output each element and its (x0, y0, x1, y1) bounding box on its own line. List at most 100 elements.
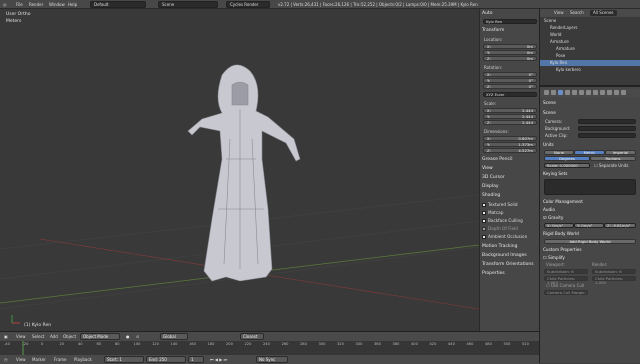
outliner-display-mode[interactable]: All Scenes (590, 10, 617, 16)
dimensions-z-field[interactable]: Z: 4.527m (483, 148, 537, 153)
audio-panel-header[interactable]: Audio (543, 207, 639, 213)
units-metric-button[interactable]: Metric (574, 150, 605, 155)
timeline-view-menu[interactable]: View (16, 356, 26, 363)
ambient-occlusion-checkbox[interactable]: Ambient Occlusion (482, 234, 527, 239)
use-camera-cull-checkbox[interactable]: ☐ Use Camera Cull (546, 283, 584, 288)
textured-solid-checkbox[interactable]: Textured Solid (482, 202, 518, 207)
simplify-panel-header[interactable]: ☐ Simplify (543, 255, 639, 261)
menu-file[interactable]: File (16, 1, 23, 8)
object-tab-icon[interactable] (572, 90, 577, 95)
scene-selector[interactable]: Scene (158, 1, 218, 8)
scene-tab-icon[interactable] (558, 90, 563, 95)
radians-button[interactable]: Radians (590, 156, 636, 161)
scale-z-field[interactable]: Z: 2.444 (483, 120, 537, 125)
snap-target-select[interactable]: Closest (240, 333, 264, 340)
camera-field[interactable] (578, 119, 636, 124)
unit-scale-field[interactable]: Scale: 1.000000 (544, 163, 590, 168)
grease-pencil-panel[interactable]: Grease Pencil (482, 157, 538, 163)
modifiers-tab-icon[interactable] (586, 90, 591, 95)
end-frame-field[interactable]: End: 250 (146, 356, 186, 363)
scene-panel-header[interactable]: Scene (543, 110, 639, 116)
gravity-y-field[interactable]: Y: 0m/s² (574, 223, 604, 228)
viewport-shading-icon[interactable]: ● (126, 333, 130, 340)
color-management-panel-header[interactable]: Color Management (543, 199, 639, 205)
menu-window[interactable]: Window (49, 1, 65, 8)
physics-tab-icon[interactable] (621, 90, 626, 95)
rigid-body-world-panel-header[interactable]: Rigid Body World (543, 231, 639, 237)
start-frame-field[interactable]: Start: 1 (104, 356, 144, 363)
outliner-row-kylo-kerbero[interactable]: Kylo kerbero (540, 67, 640, 73)
layout-selector[interactable]: Default (90, 1, 146, 8)
active-clip-field[interactable] (578, 133, 636, 138)
dimensions-x-field[interactable]: X: 0.607m (483, 136, 537, 141)
add-rigid-body-world-button[interactable]: Add Rigid Body World (544, 239, 636, 244)
transform-panel-header[interactable]: Transform (482, 28, 538, 34)
dimensions-y-field[interactable]: Y: 1.373m (483, 142, 537, 147)
world-tab-icon[interactable] (565, 90, 570, 95)
outliner-view-menu[interactable]: View (554, 9, 564, 17)
viewport-view-menu[interactable]: View (16, 333, 26, 340)
timeline-marker-menu[interactable]: Marker (32, 356, 46, 363)
layers-tab-icon[interactable] (551, 90, 556, 95)
depth-of-field-checkbox[interactable]: Depth Of Field (482, 226, 518, 231)
interaction-mode-select[interactable]: Object Mode (80, 333, 120, 340)
pivot-point-icon[interactable]: ⊙ (136, 333, 139, 340)
texture-tab-icon[interactable] (607, 90, 612, 95)
rotation-mode-select[interactable]: XYZ Euler (483, 92, 537, 97)
outliner-row-scene[interactable]: Scene (540, 18, 640, 24)
units-imperial-button[interactable]: Imperial (605, 150, 636, 155)
custom-properties-panel-header[interactable]: Custom Properties (543, 247, 639, 253)
outliner-search-menu[interactable]: Search (570, 9, 584, 17)
timeline-playback-menu[interactable]: Playback (74, 356, 92, 363)
keying-sets-list[interactable] (544, 179, 636, 195)
gravity-panel-header[interactable]: ☑ Gravity (543, 215, 639, 221)
viewport-child-particles-field[interactable]: Child Particles: 1.000 (544, 276, 588, 285)
render-subdivision-field[interactable]: Subdivision: 6 (592, 269, 636, 274)
gravity-z-field[interactable]: Z: -9.81m/s² (604, 223, 636, 228)
material-tab-icon[interactable] (600, 90, 605, 95)
outliner-row-world[interactable]: World (540, 32, 640, 38)
gravity-x-field[interactable]: X: 0m/s² (544, 223, 574, 228)
sync-mode-select[interactable]: No Sync (256, 356, 288, 363)
keying-sets-panel-header[interactable]: Keying Sets (543, 171, 639, 177)
timeline[interactable]: -40 -20 0 20 40 60 80 100 120 140 160 180 200 220 240 2… (0, 341, 539, 355)
outliner-row-kylo-ren[interactable]: Kylo Ren (540, 60, 640, 66)
camera-cull-margin-field[interactable]: Camera Cull Margin: (544, 290, 588, 295)
rotation-z-field[interactable]: Z: 0° (483, 84, 537, 89)
blender-icon[interactable]: ◎ (3, 1, 7, 8)
scale-x-field[interactable]: X: 2.444 (483, 108, 537, 113)
particles-tab-icon[interactable] (614, 90, 619, 95)
viewport-subdivision-field[interactable]: Subdivision: 6 (544, 269, 588, 274)
3d-cursor-panel[interactable]: 3D Cursor (482, 175, 538, 181)
menu-help[interactable]: Help (68, 1, 77, 8)
current-frame-field[interactable]: 1 (188, 356, 204, 363)
timeline-editor-icon[interactable]: ◷ (4, 356, 8, 363)
location-y-field[interactable]: Y: 0m (483, 50, 537, 55)
viewport-select-menu[interactable]: Select (32, 333, 44, 340)
viewport-editor-icon[interactable]: ▣ (4, 333, 8, 340)
view-panel[interactable]: View (482, 166, 538, 172)
degrees-button[interactable]: Degrees (544, 156, 590, 161)
transform-orientation-select[interactable]: Global (160, 333, 188, 340)
transform-orientations-panel[interactable]: Transform Orientations (482, 262, 538, 268)
scale-y-field[interactable]: Y: 2.444 (483, 114, 537, 119)
outliner-row-pose[interactable]: Pose (540, 53, 640, 59)
render-engine-selector[interactable]: Cycles Render (226, 1, 270, 8)
playback-controls-icon[interactable]: ⏮ ◀ ▶ ⏭ (210, 356, 227, 363)
background-field[interactable] (578, 126, 636, 131)
object-name-field[interactable]: Kylo Ren (483, 19, 537, 24)
separate-units-checkbox[interactable]: ☐ Separate Units (594, 163, 628, 168)
3d-viewport[interactable]: User Ortho Meters (1) Kylo Ren (0, 9, 479, 331)
outliner-row-armature-data[interactable]: Armature (540, 46, 640, 52)
matcap-checkbox[interactable]: Matcap (482, 210, 503, 215)
render-tab-icon[interactable] (544, 90, 549, 95)
location-z-field[interactable]: Z: 0m (483, 56, 537, 61)
viewport-add-menu[interactable]: Add (50, 333, 58, 340)
properties-panel[interactable]: Properties (482, 271, 538, 277)
shading-panel[interactable]: Shading (482, 193, 538, 199)
backface-culling-checkbox[interactable]: Backface Culling (482, 218, 523, 223)
rotation-x-field[interactable]: X: 0° (483, 72, 537, 77)
background-images-panel[interactable]: Background Images (482, 253, 538, 259)
motion-tracking-panel[interactable]: Motion Tracking (482, 244, 538, 250)
outliner-row-renderlayers[interactable]: RenderLayers (540, 25, 640, 31)
